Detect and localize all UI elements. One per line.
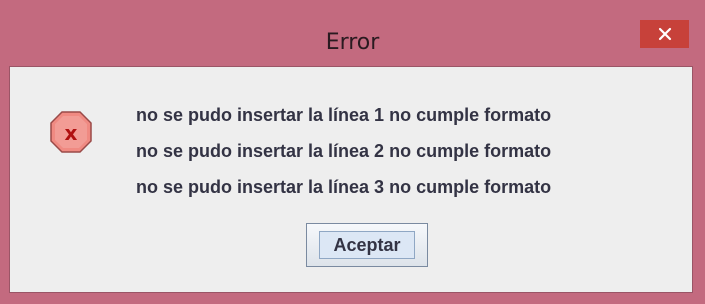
ok-button-label: Aceptar: [333, 234, 401, 255]
message-block: no se pudo insertar la línea 1 no cumple…: [136, 97, 551, 205]
message-line: no se pudo insertar la línea 2 no cumple…: [136, 141, 552, 161]
title-bar[interactable]: Error: [0, 0, 705, 66]
dialog-title: Error: [325, 30, 380, 55]
error-dialog: Error x no se pudo insertar la línea 1 n…: [0, 0, 705, 304]
message-line: no se pudo insertar la línea 1 no cumple…: [136, 105, 552, 125]
dialog-content: x no se pudo insertar la línea 1 no cump…: [9, 66, 693, 293]
ok-button[interactable]: Aceptar: [306, 223, 428, 267]
svg-text:x: x: [65, 121, 78, 145]
close-button[interactable]: [640, 20, 689, 48]
close-icon: [658, 27, 671, 41]
error-icon: x: [50, 111, 92, 153]
message-line: no se pudo insertar la línea 3 no cumple…: [136, 177, 552, 197]
